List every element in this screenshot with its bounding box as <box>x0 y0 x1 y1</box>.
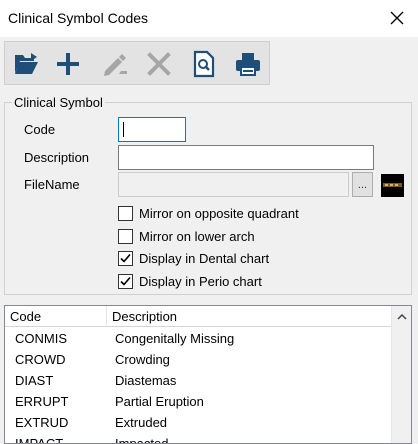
description-input[interactable] <box>118 145 374 170</box>
cell-code: ERRUPT <box>15 394 69 409</box>
print-button[interactable] <box>231 47 265 81</box>
delete-button[interactable] <box>142 47 176 81</box>
filename-label: FileName <box>24 177 80 192</box>
cell-code: IMPACT <box>15 436 64 444</box>
table-row[interactable]: DIAST Diastemas <box>5 370 391 391</box>
text-caret <box>123 122 124 137</box>
document-search-icon <box>193 50 215 78</box>
pencil-icon <box>104 54 127 76</box>
add-button[interactable] <box>51 47 85 81</box>
close-button[interactable] <box>382 5 412 31</box>
description-label: Description <box>24 150 90 165</box>
mirror-quadrant-checkbox[interactable]: Mirror on opposite quadrant <box>118 204 299 222</box>
filename-input[interactable] <box>118 172 349 197</box>
checkbox-label: Display in Dental chart <box>139 250 270 266</box>
open-folder-button[interactable] <box>9 47 43 81</box>
preview-button[interactable] <box>187 47 221 81</box>
chevron-up-icon <box>397 313 407 320</box>
title-bar: Clinical Symbol Codes <box>0 0 418 37</box>
column-header-description[interactable]: Description <box>107 306 391 327</box>
checkbox-box <box>118 228 133 244</box>
table-row[interactable]: CONMIS Congenitally Missing <box>5 328 391 349</box>
checkbox-box <box>118 273 133 289</box>
cell-description: Impacted <box>115 436 169 444</box>
display-dental-chart-checkbox[interactable]: Display in Dental chart <box>118 249 269 267</box>
checkbox-box <box>118 205 133 221</box>
checkbox-label: Mirror on lower arch <box>139 228 255 244</box>
window-title: Clinical Symbol Codes <box>8 10 149 26</box>
cell-code: CROWD <box>15 352 66 367</box>
symbol-codes-table[interactable]: Code Description CONMIS Congenitally Mis… <box>4 305 412 444</box>
group-label: Clinical Symbol <box>12 95 105 110</box>
x-icon <box>147 52 171 76</box>
checkbox-label: Mirror on opposite quadrant <box>139 205 299 221</box>
table-row[interactable]: IMPACT Impacted <box>5 433 391 444</box>
edit-button[interactable] <box>98 47 132 81</box>
folder-open-icon <box>15 53 38 74</box>
toolbar <box>4 41 270 85</box>
cell-description: Congenitally Missing <box>115 331 235 346</box>
symbol-preview-image <box>381 174 404 197</box>
table-row[interactable]: ERRUPT Partial Eruption <box>5 391 391 412</box>
scroll-up-button[interactable] <box>392 306 411 327</box>
cell-description: Partial Eruption <box>115 394 204 409</box>
table-row[interactable]: EXTRUD Extruded <box>5 412 391 433</box>
checkmark-icon <box>120 276 131 286</box>
cell-code: DIAST <box>15 373 54 388</box>
column-header-code[interactable]: Code <box>5 306 107 327</box>
code-label: Code <box>24 122 56 137</box>
checkmark-icon <box>120 253 131 263</box>
table-row[interactable]: CROWD Crowding <box>5 349 391 370</box>
code-input[interactable] <box>118 117 186 142</box>
vertical-scrollbar[interactable] <box>391 306 411 443</box>
checkbox-box <box>118 250 133 266</box>
table-header: Code Description <box>5 306 391 327</box>
cell-description: Extruded <box>115 415 168 430</box>
cell-code: EXTRUD <box>15 415 69 430</box>
cell-description: Diastemas <box>115 373 177 388</box>
browse-button[interactable]: ... <box>352 172 373 197</box>
checkbox-label: Display in Perio chart <box>139 273 262 289</box>
close-icon <box>390 11 404 25</box>
printer-icon <box>236 53 260 76</box>
display-perio-chart-checkbox[interactable]: Display in Perio chart <box>118 272 262 290</box>
mirror-lower-arch-checkbox[interactable]: Mirror on lower arch <box>118 227 255 245</box>
table-body: CONMIS Congenitally Missing CROWD Crowdi… <box>5 328 391 444</box>
client-area: Clinical Symbol Code Description FileNam… <box>0 37 418 444</box>
cell-code: CONMIS <box>15 331 67 346</box>
cell-description: Crowding <box>115 352 170 367</box>
plus-icon <box>57 53 79 75</box>
